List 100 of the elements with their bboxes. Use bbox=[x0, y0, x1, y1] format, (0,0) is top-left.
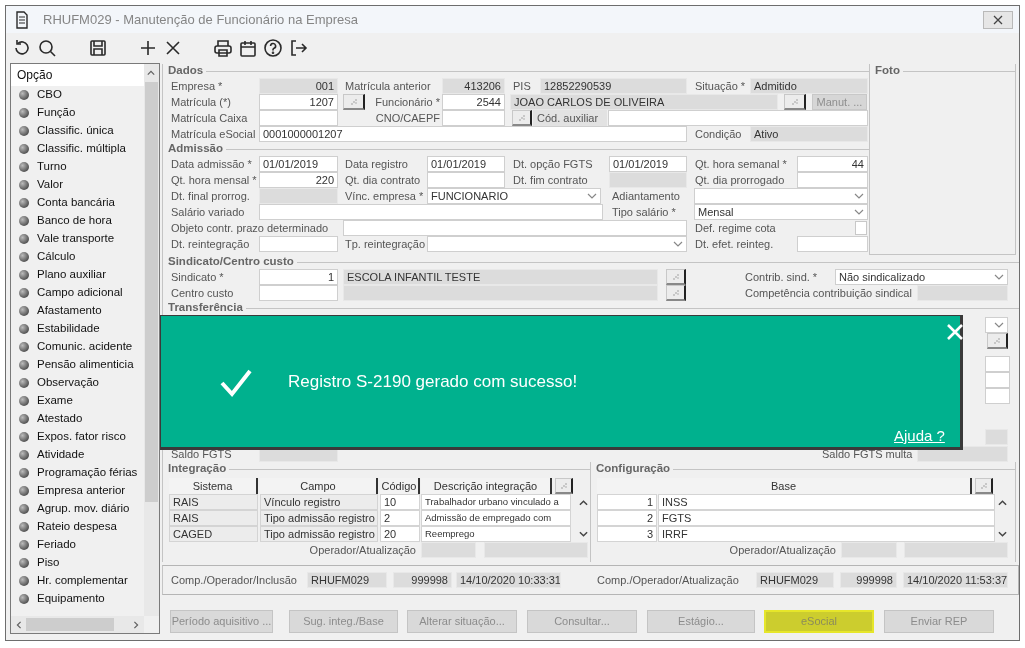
sidebar-item[interactable]: Vale transporte bbox=[11, 230, 144, 248]
dropdown-field[interactable]: FUNCIONARIO bbox=[427, 188, 601, 204]
help-icon[interactable] bbox=[263, 37, 283, 58]
sidebar-item[interactable]: Agrup. mov. diário bbox=[11, 500, 144, 518]
lookup-button[interactable] bbox=[666, 285, 686, 301]
input-field[interactable] bbox=[797, 236, 868, 252]
input-field[interactable]: RHUFM029 bbox=[307, 572, 387, 588]
sidebar-item[interactable]: Equipamento bbox=[11, 590, 144, 608]
sidebar-item[interactable]: Rateio despesa bbox=[11, 518, 144, 536]
dropdown-field[interactable] bbox=[985, 317, 1008, 333]
sidebar-item[interactable]: Pensão alimenticia bbox=[11, 356, 144, 374]
checkbox[interactable] bbox=[855, 221, 867, 235]
dropdown-field[interactable] bbox=[427, 236, 687, 252]
sidebar-item[interactable]: Conta bancária bbox=[11, 194, 144, 212]
input-field[interactable] bbox=[841, 542, 897, 558]
scrollbar[interactable] bbox=[11, 616, 144, 633]
sidebar-item[interactable]: Atividade bbox=[11, 446, 144, 464]
scrollbar[interactable] bbox=[144, 64, 159, 616]
sidebar-item[interactable]: Afastamento bbox=[11, 302, 144, 320]
sidebar-item[interactable]: Exame bbox=[11, 392, 144, 410]
input-field[interactable]: 01/01/2019 bbox=[609, 156, 687, 172]
input-field[interactable]: 999998 bbox=[840, 572, 897, 588]
input-field[interactable] bbox=[985, 388, 1010, 404]
scroll-up-icon[interactable] bbox=[998, 498, 1007, 506]
input-field[interactable] bbox=[484, 542, 588, 558]
field-label: Vínc. empresa * bbox=[345, 188, 425, 204]
input-field[interactable]: 01/01/2019 bbox=[259, 156, 338, 172]
dropdown-field[interactable] bbox=[694, 188, 868, 204]
search-icon[interactable] bbox=[37, 37, 57, 58]
sidebar-item[interactable]: Feriado bbox=[11, 536, 144, 554]
input-field[interactable]: 1 bbox=[259, 269, 338, 285]
input-field[interactable]: 14/10/2020 11:53:37 bbox=[903, 572, 1008, 588]
input-field[interactable] bbox=[259, 204, 603, 220]
lookup-button[interactable] bbox=[555, 478, 573, 494]
sidebar-item[interactable]: Turno bbox=[11, 158, 144, 176]
table-cell: Tipo admissão registro bbox=[260, 526, 378, 542]
sidebar-item[interactable]: Função bbox=[11, 104, 144, 122]
input-field[interactable] bbox=[797, 172, 868, 188]
sidebar-item[interactable]: Cálculo bbox=[11, 248, 144, 266]
sidebar-item[interactable]: Campo adicional bbox=[11, 284, 144, 302]
scroll-left-icon[interactable] bbox=[15, 620, 23, 629]
column-header[interactable]: Código bbox=[380, 478, 420, 494]
chevron-down-icon bbox=[587, 192, 597, 200]
lookup-button[interactable] bbox=[987, 333, 1008, 349]
input-field[interactable] bbox=[985, 356, 1010, 372]
input-field[interactable]: 0001000001207 bbox=[259, 126, 687, 142]
print-icon[interactable] bbox=[213, 37, 233, 58]
sidebar-item[interactable]: Empresa anterior bbox=[11, 482, 144, 500]
input-field[interactable] bbox=[427, 172, 505, 188]
dropdown-field[interactable]: Mensal bbox=[694, 204, 868, 220]
lookup-button[interactable] bbox=[784, 94, 806, 110]
input-field[interactable] bbox=[985, 372, 1010, 388]
input-field[interactable]: RHUFM029 bbox=[756, 572, 834, 588]
sidebar-item[interactable]: Comunic. acidente bbox=[11, 338, 144, 356]
sidebar-item[interactable]: Programação férias bbox=[11, 464, 144, 482]
sidebar-item[interactable]: Plano auxiliar bbox=[11, 266, 144, 284]
close-icon[interactable] bbox=[947, 324, 963, 340]
lookup-button[interactable] bbox=[343, 94, 365, 110]
sidebar-item[interactable]: Classific. única bbox=[11, 122, 144, 140]
sidebar-item[interactable]: Banco de hora bbox=[11, 212, 144, 230]
scroll-up-icon[interactable] bbox=[147, 69, 155, 77]
input-field[interactable] bbox=[259, 236, 338, 252]
input-field[interactable]: 01/01/2019 bbox=[427, 156, 505, 172]
sidebar-item[interactable]: Classific. múltipla bbox=[11, 140, 144, 158]
scroll-right-icon[interactable] bbox=[132, 620, 140, 629]
save-icon[interactable] bbox=[88, 37, 108, 58]
dropdown-field[interactable]: Não sindicalizado bbox=[835, 269, 1008, 285]
input-field[interactable] bbox=[421, 542, 476, 558]
sidebar-item[interactable]: Valor bbox=[11, 176, 144, 194]
sidebar-item[interactable]: Observação bbox=[11, 374, 144, 392]
sidebar-item[interactable]: Piso bbox=[11, 554, 144, 572]
refresh-icon[interactable] bbox=[12, 37, 32, 58]
sidebar-item[interactable]: Hr. complementar bbox=[11, 572, 144, 590]
input-field[interactable]: 2544 bbox=[442, 94, 505, 110]
scrollbar-thumb[interactable] bbox=[26, 618, 114, 631]
sidebar-item[interactable]: Estabilidade bbox=[11, 320, 144, 338]
input-field[interactable]: 1207 bbox=[259, 94, 338, 110]
sidebar-item[interactable]: Atestado bbox=[11, 410, 144, 428]
input-field[interactable]: 999998 bbox=[393, 572, 452, 588]
bullet-icon bbox=[19, 522, 29, 532]
sidebar-item[interactable]: Expos. fator risco bbox=[11, 428, 144, 446]
input-field[interactable] bbox=[259, 110, 338, 126]
lookup-button[interactable] bbox=[666, 269, 686, 285]
exit-icon[interactable] bbox=[288, 37, 308, 58]
input-field[interactable] bbox=[442, 110, 505, 126]
input-field[interactable] bbox=[904, 542, 1008, 558]
sidebar-item[interactable]: CBO bbox=[11, 86, 144, 104]
close-button[interactable] bbox=[983, 10, 1013, 29]
scrollbar-thumb[interactable] bbox=[145, 82, 158, 502]
lookup-button[interactable] bbox=[975, 478, 993, 494]
scroll-up-icon[interactable] bbox=[579, 498, 588, 506]
input-field[interactable]: 14/10/2020 10:33:31 bbox=[456, 572, 561, 588]
scroll-down-icon[interactable] bbox=[998, 530, 1007, 538]
input-field[interactable] bbox=[259, 285, 338, 301]
input-field[interactable] bbox=[343, 220, 687, 236]
input-field[interactable]: 220 bbox=[259, 172, 338, 188]
lookup-button[interactable] bbox=[512, 110, 532, 126]
input-field[interactable]: 44 bbox=[797, 156, 868, 172]
scroll-down-icon[interactable] bbox=[579, 530, 588, 538]
input-field[interactable] bbox=[608, 110, 868, 126]
